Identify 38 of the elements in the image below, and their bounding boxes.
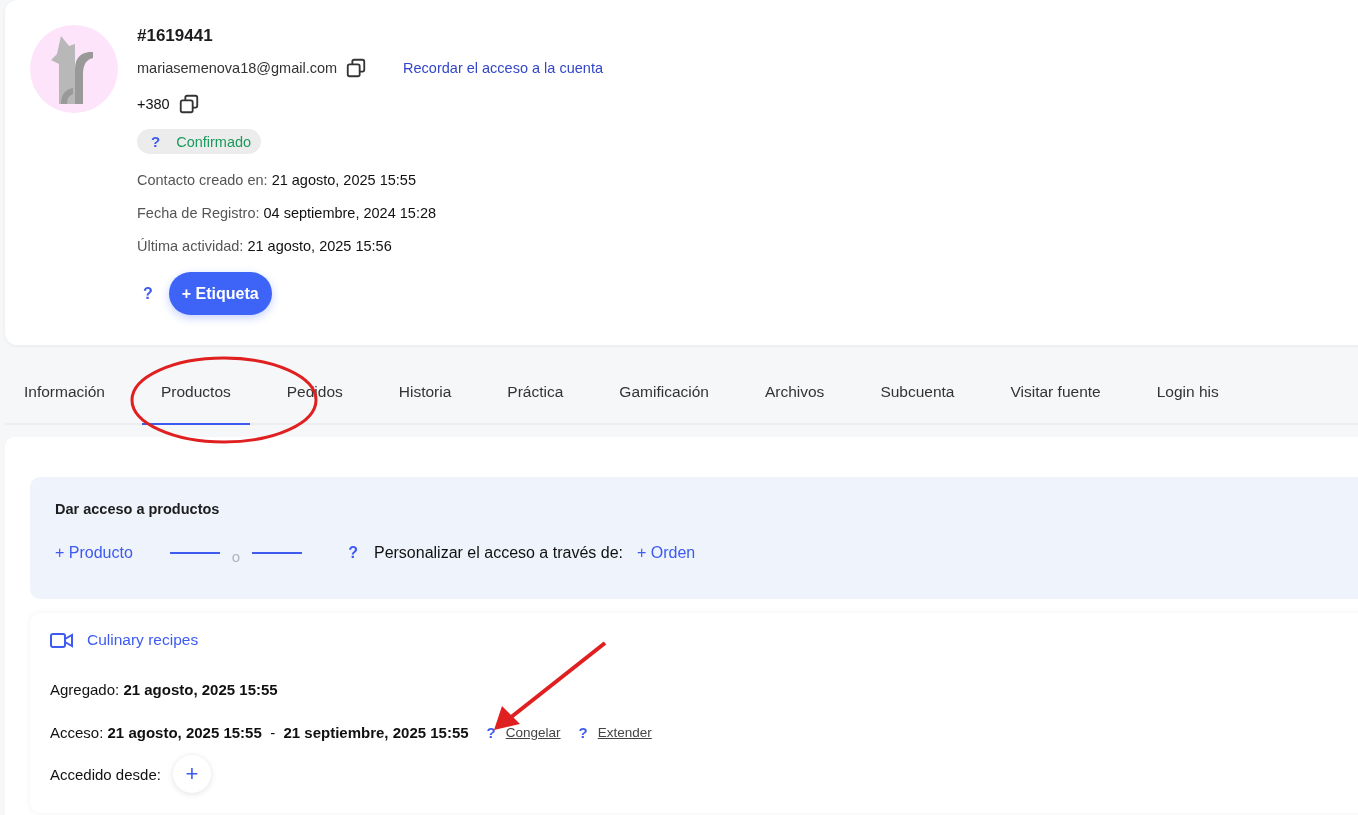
section-title: Dar acceso a productos <box>55 501 221 517</box>
help-icon[interactable]: ? <box>143 284 153 303</box>
add-button[interactable]: + <box>172 755 211 793</box>
action-link[interactable]: Extender <box>597 724 652 740</box>
tab[interactable]: Archivos <box>745 361 844 425</box>
copy-icon[interactable] <box>177 93 200 115</box>
help-icon[interactable]: ? <box>348 544 358 562</box>
copy-icon[interactable] <box>345 57 368 79</box>
phone: +380 <box>137 96 170 112</box>
tab[interactable]: Login his <box>1137 361 1238 425</box>
product-name-link[interactable]: Culinary recipes <box>87 631 199 649</box>
contact-fact: Contacto creado en: 21 agosto, 2025 15:55 <box>137 170 416 190</box>
contact-fact: Fecha de Registro: 04 septiembre, 2024 15:28 <box>137 203 437 223</box>
help-icon[interactable]: ? <box>486 723 496 741</box>
status-label: Confirmado <box>176 133 252 150</box>
accessed-from-label: Accedido desde: <box>50 765 161 783</box>
contact-fact: Última actividad: 21 agosto, 2025 15:56 <box>137 236 392 256</box>
remind-access-link[interactable]: Recordar el acceso a la cuenta <box>403 60 603 76</box>
contact-id: #1619441 <box>137 26 213 47</box>
tab[interactable]: Historia <box>379 361 471 425</box>
help-icon[interactable]: ? <box>151 133 161 150</box>
tab[interactable]: Información <box>5 361 124 425</box>
tab[interactable]: Gamificación <box>600 361 728 425</box>
added-date: Agregado: 21 agosto, 2025 15:55 <box>50 680 278 698</box>
add-order-link[interactable]: + Orden <box>636 544 696 562</box>
tab[interactable]: Subcuenta <box>861 361 974 425</box>
tab[interactable]: Productos <box>142 361 250 425</box>
video-camera-icon <box>50 631 73 649</box>
tab[interactable]: Práctica <box>488 361 583 425</box>
tab[interactable]: Visitar fuente <box>991 361 1120 425</box>
access-period: Acceso: 21 agosto, 2025 15:55 - 21 septiembre, 2025 15:55 <box>50 723 469 741</box>
action-link[interactable]: Congelar <box>505 724 561 740</box>
customize-access-label: Personalizar el acceso a través de: <box>373 544 623 562</box>
add-product-link[interactable]: + Producto <box>55 544 133 562</box>
email: mariasemenova18@gmail.com <box>137 60 338 76</box>
or-separator: o <box>231 547 241 565</box>
add-tag-button[interactable]: + Etiqueta <box>168 272 272 315</box>
help-icon[interactable]: ? <box>578 723 588 741</box>
